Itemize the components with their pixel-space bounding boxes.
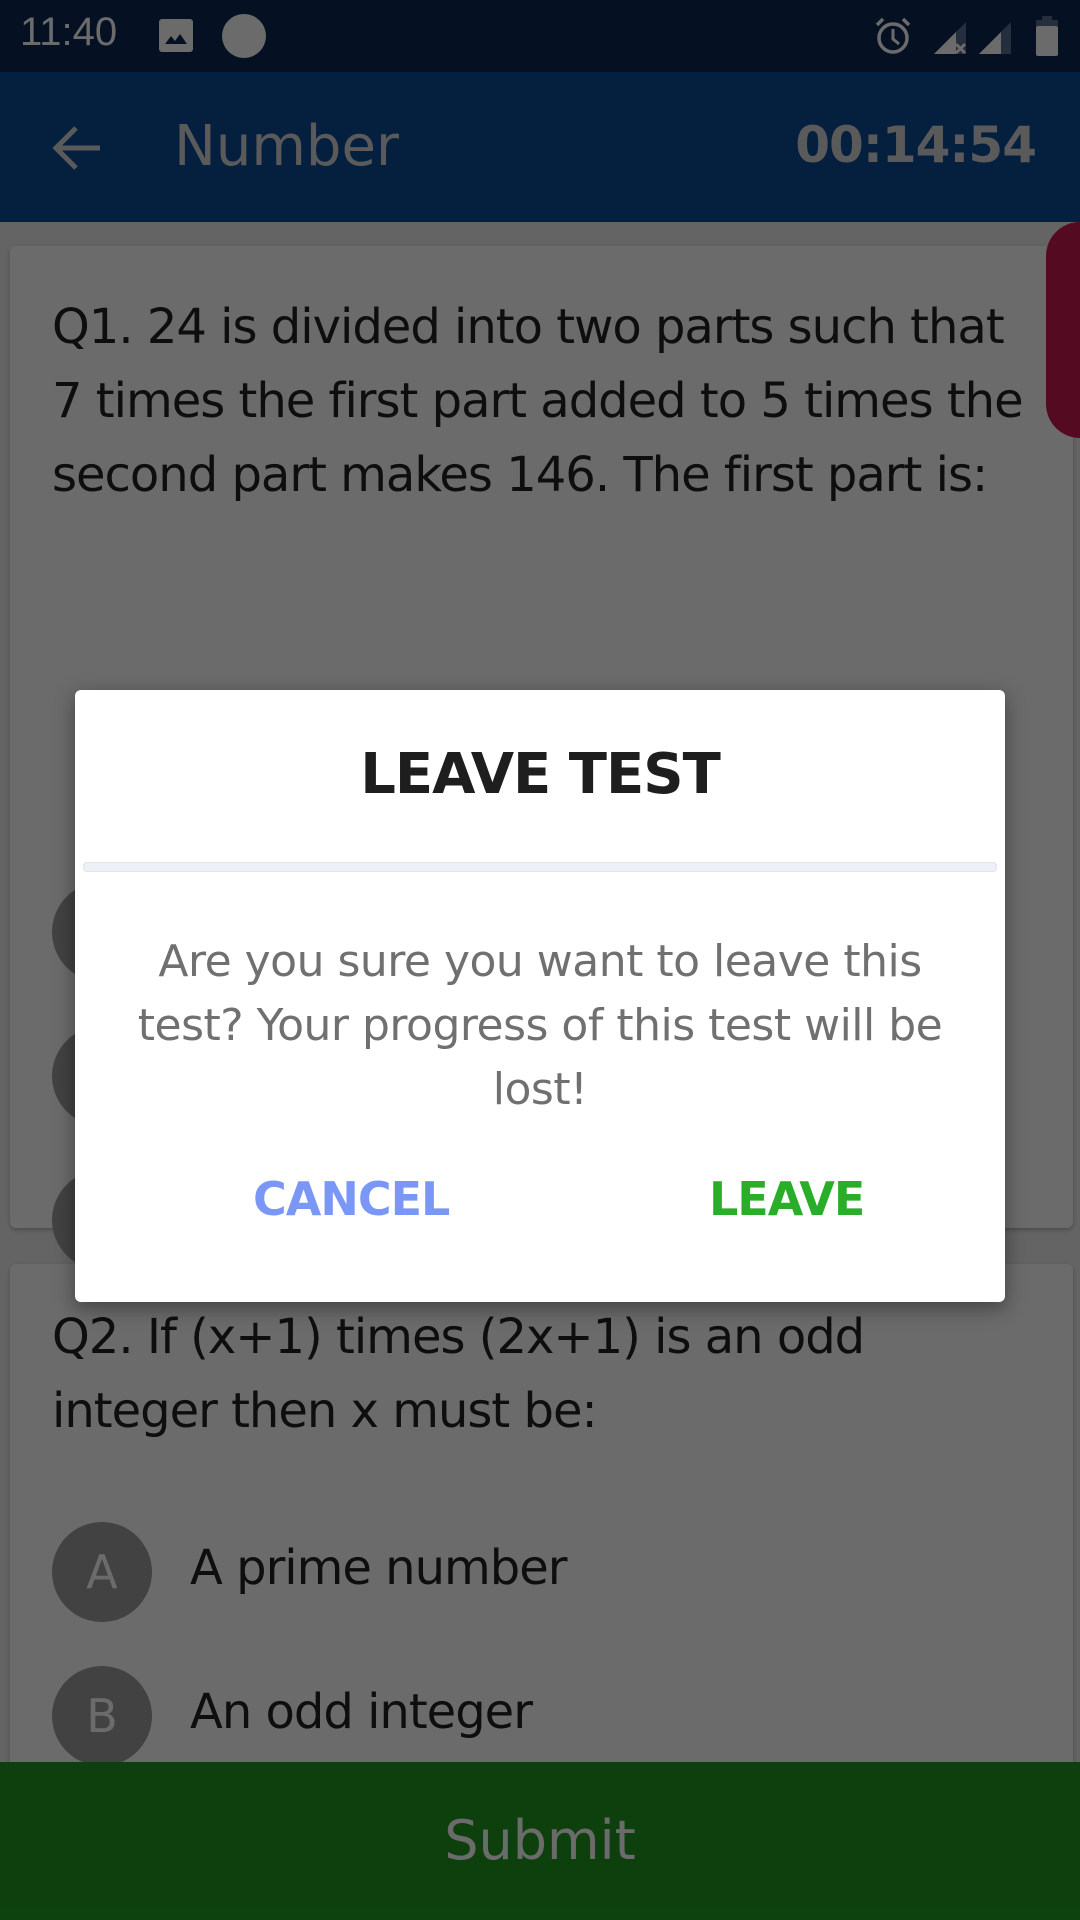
leave-test-dialog: LEAVE TEST Are you sure you want to leav… <box>75 690 1005 1302</box>
cancel-button[interactable]: CANCEL <box>253 1172 450 1226</box>
dialog-title: LEAVE TEST <box>360 742 721 807</box>
dialog-message: Are you sure you want to leave this test… <box>137 936 943 1115</box>
dialog-divider <box>83 862 997 872</box>
leave-button[interactable]: LEAVE <box>709 1172 865 1226</box>
